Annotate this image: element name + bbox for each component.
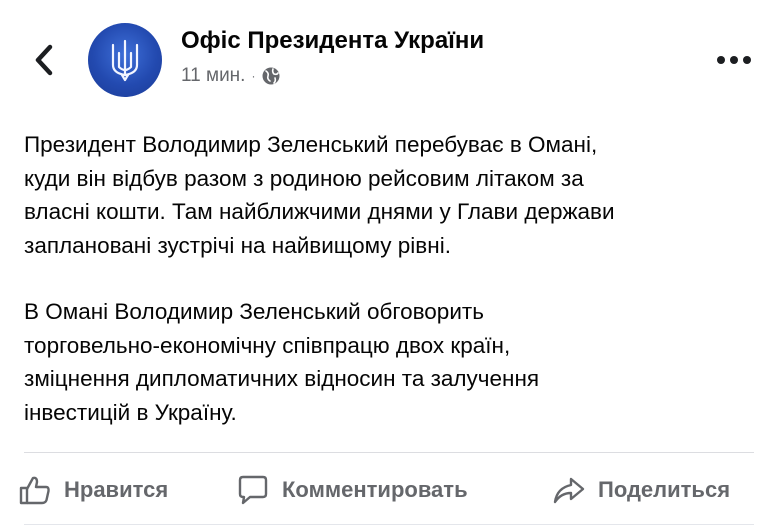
thumbs-up-icon (18, 474, 52, 506)
divider (24, 452, 754, 453)
post-meta: 11 мин. · (181, 64, 281, 88)
like-label: Нравится (64, 477, 169, 502)
more-horizontal-icon (717, 56, 751, 64)
like-button[interactable]: Нравится (18, 462, 168, 518)
share-icon (552, 474, 586, 506)
share-label: Поделиться (598, 477, 731, 502)
post-paragraph: В Омані Володимир Зеленський обговорить … (24, 299, 540, 425)
back-button[interactable] (24, 40, 64, 80)
meta-separator: · (251, 69, 256, 83)
post-actions: Нравится Комментировать Поделиться (0, 462, 778, 518)
divider (24, 524, 754, 525)
comment-label: Комментировать (282, 477, 468, 502)
chevron-left-icon (35, 44, 53, 76)
post-header: Офіс Президента України 11 мин. · (0, 0, 778, 110)
comment-icon (236, 474, 270, 506)
comment-button[interactable]: Комментировать (236, 462, 468, 518)
globe-icon[interactable] (261, 66, 281, 86)
post-paragraph: Президент Володимир Зеленський перебуває… (24, 132, 615, 258)
post-body: Президент Володимир Зеленський перебуває… (24, 128, 764, 429)
post-timestamp[interactable]: 11 мин. (181, 65, 245, 87)
share-button[interactable]: Поделиться (552, 462, 730, 518)
page-name-link[interactable]: Офіс Президента України (181, 27, 484, 55)
page-avatar[interactable] (88, 23, 162, 97)
more-options-button[interactable] (712, 46, 756, 74)
trident-icon (111, 39, 139, 82)
